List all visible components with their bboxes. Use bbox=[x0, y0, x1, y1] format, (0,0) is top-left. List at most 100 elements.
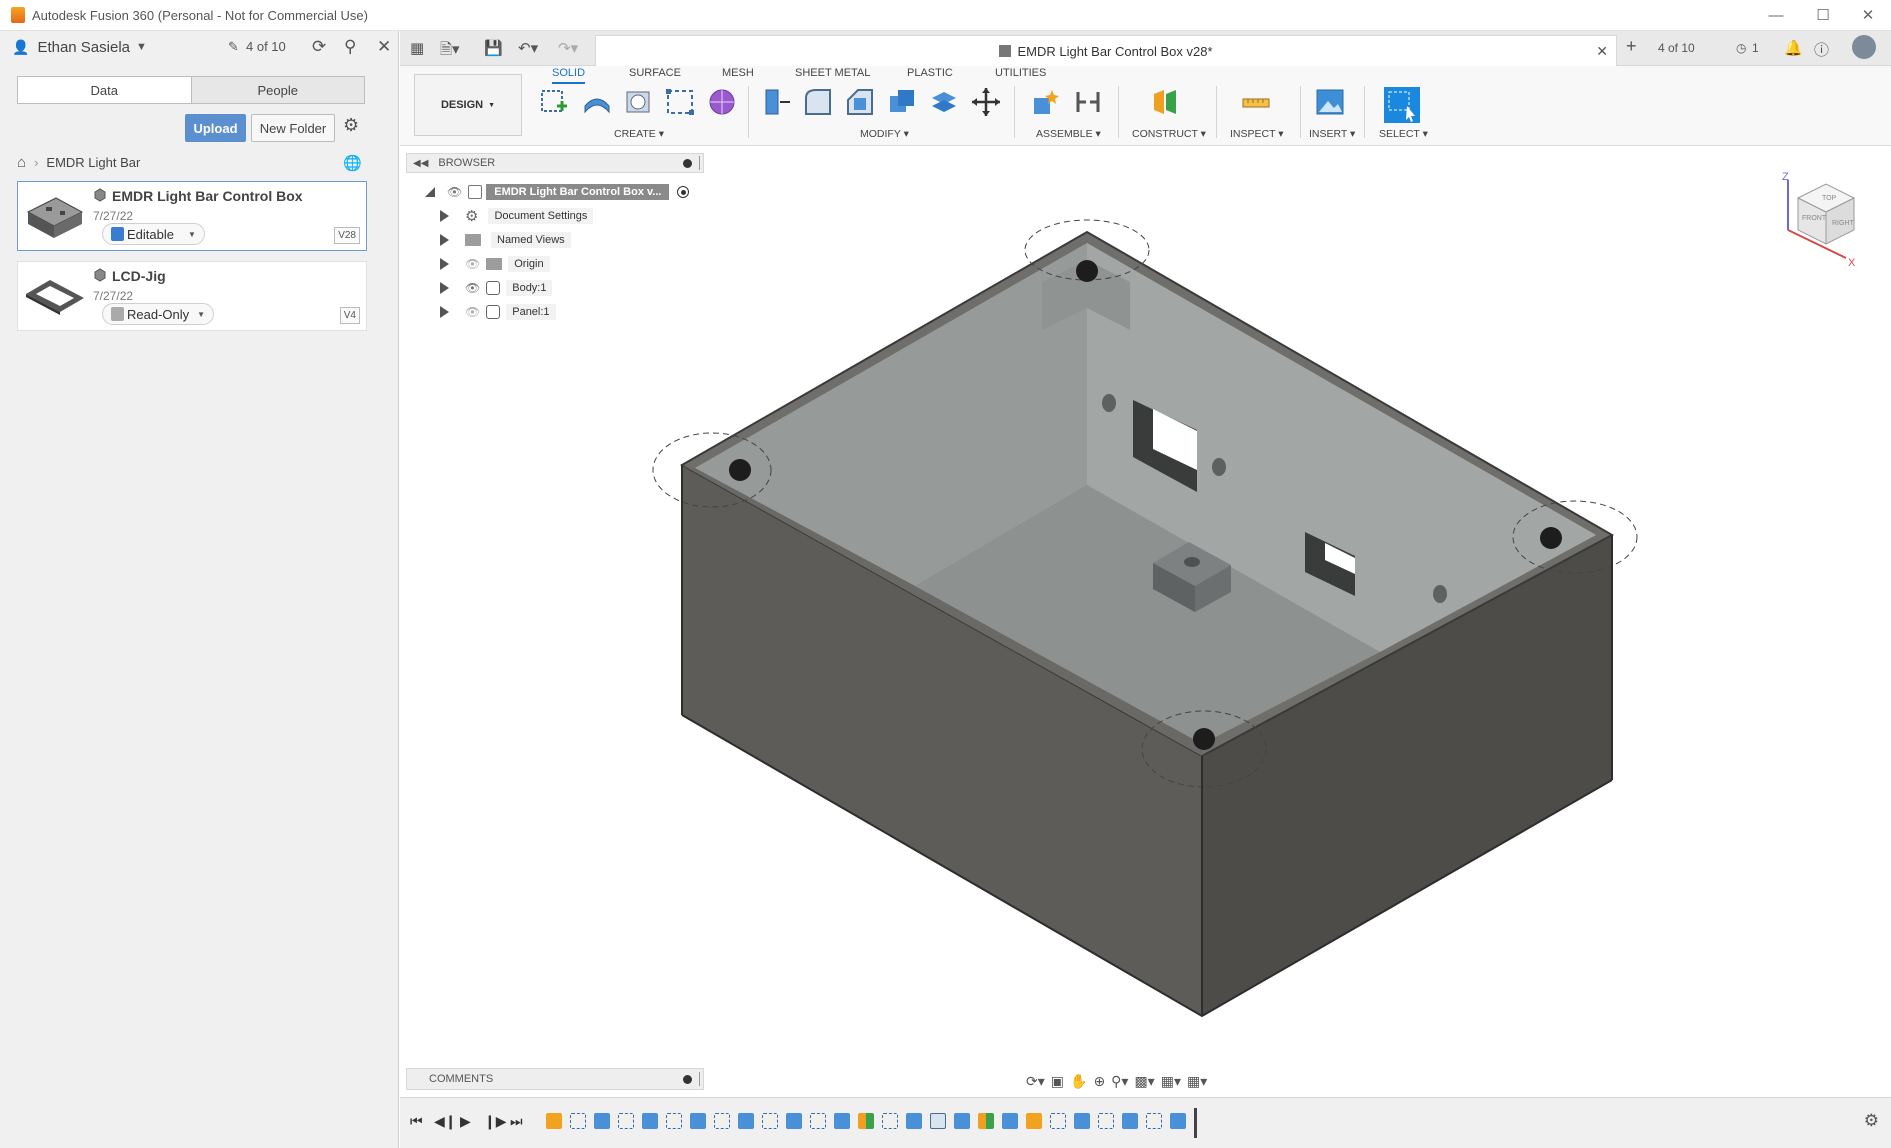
tab-data[interactable]: Data bbox=[18, 77, 192, 103]
group-inspect[interactable]: INSPECT ▾ bbox=[1230, 128, 1284, 140]
timeline-feature-fillet[interactable] bbox=[930, 1113, 946, 1129]
file-card-lcd-jig[interactable]: LCD-Jig 7/27/22 Read-Only ▼ V4 bbox=[17, 261, 367, 331]
eye-hidden-icon[interactable]: 👁 bbox=[465, 257, 480, 271]
fillet-icon[interactable] bbox=[802, 86, 834, 118]
browser-item-panel[interactable]: 👁 Panel:1 bbox=[440, 303, 556, 321]
extrude-icon[interactable] bbox=[581, 86, 613, 118]
file-state-dropdown[interactable]: Read-Only ▼ bbox=[102, 303, 215, 325]
file-menu-icon[interactable]: 🗎▾ bbox=[440, 39, 460, 64]
close-tab-icon[interactable]: ✕ bbox=[1596, 43, 1608, 60]
zoom-icon[interactable]: ⊕ bbox=[1093, 1073, 1105, 1090]
select-icon[interactable] bbox=[1383, 86, 1421, 124]
tab-solid[interactable]: SOLID bbox=[552, 67, 586, 84]
timeline-feature-extrude[interactable] bbox=[690, 1113, 706, 1129]
expand-triangle-icon[interactable] bbox=[440, 210, 449, 222]
apps-grid-icon[interactable]: ▦ bbox=[410, 39, 424, 57]
upload-button[interactable]: Upload bbox=[185, 114, 246, 142]
home-icon[interactable]: ⌂ bbox=[17, 154, 26, 171]
form-icon[interactable] bbox=[706, 86, 738, 118]
expand-triangle-icon[interactable] bbox=[440, 258, 449, 270]
offset-face-icon[interactable] bbox=[928, 86, 960, 118]
breadcrumb-project[interactable]: EMDR Light Bar bbox=[46, 155, 140, 170]
timeline-feature-sketch[interactable] bbox=[1098, 1113, 1114, 1129]
group-assemble[interactable]: ASSEMBLE ▾ bbox=[1036, 128, 1101, 140]
timeline-feature-extrude[interactable] bbox=[1170, 1113, 1186, 1129]
press-pull-icon[interactable] bbox=[760, 86, 792, 118]
save-icon[interactable]: 💾 bbox=[484, 39, 503, 57]
tab-people[interactable]: People bbox=[191, 77, 364, 103]
offset-plane-icon[interactable] bbox=[1150, 86, 1182, 118]
chamfer-icon[interactable] bbox=[844, 86, 876, 118]
browser-root-label[interactable]: EMDR Light Bar Control Box v... bbox=[486, 184, 670, 200]
eye-icon[interactable]: 👁 bbox=[447, 185, 462, 199]
version-badge[interactable]: V28 bbox=[334, 227, 360, 244]
panel-pin-icon[interactable] bbox=[699, 1072, 700, 1086]
sweep-icon[interactable] bbox=[664, 86, 696, 118]
go-to-start-icon[interactable]: ⏮ bbox=[410, 1113, 423, 1130]
group-select[interactable]: SELECT ▾ bbox=[1379, 128, 1428, 140]
combine-icon[interactable] bbox=[886, 86, 918, 118]
search-icon[interactable]: ⚲ bbox=[344, 37, 356, 57]
doc-limit-count[interactable]: 4 of 10 bbox=[1658, 41, 1695, 55]
minimize-panel-icon[interactable] bbox=[683, 158, 692, 168]
tab-surface[interactable]: SURFACE bbox=[629, 67, 681, 79]
timeline-feature-sketch[interactable] bbox=[1050, 1113, 1066, 1129]
browser-item-named-views[interactable]: Named Views bbox=[440, 231, 571, 249]
panel-pin-icon[interactable] bbox=[699, 156, 700, 170]
timeline-feature-extrude[interactable] bbox=[642, 1113, 658, 1129]
timeline-feature-component[interactable] bbox=[546, 1113, 562, 1129]
timeline-feature-extrude[interactable] bbox=[786, 1113, 802, 1129]
step-back-icon[interactable]: ◀❙ bbox=[434, 1113, 457, 1130]
eye-hidden-icon[interactable]: 👁 bbox=[465, 305, 480, 319]
display-settings-icon[interactable]: ▩▾ bbox=[1134, 1073, 1154, 1090]
tab-utilities[interactable]: UTILITIES bbox=[995, 67, 1046, 79]
browser-item-origin[interactable]: 👁 Origin bbox=[440, 255, 550, 273]
notifications-icon[interactable]: 🔔 bbox=[1784, 39, 1803, 57]
undo-icon[interactable]: ↶▾ bbox=[518, 39, 538, 57]
grid-settings-icon[interactable]: ▦▾ bbox=[1161, 1073, 1181, 1090]
timeline-feature-sketch[interactable] bbox=[714, 1113, 730, 1129]
version-badge[interactable]: V4 bbox=[339, 307, 360, 324]
go-to-end-icon[interactable]: ⏭ bbox=[510, 1113, 523, 1130]
timeline-feature-sketch[interactable] bbox=[1146, 1113, 1162, 1129]
timeline-feature-sketch[interactable] bbox=[618, 1113, 634, 1129]
model-render[interactable] bbox=[400, 146, 1891, 1086]
timeline-feature-sketch[interactable] bbox=[570, 1113, 586, 1129]
expand-triangle-icon[interactable] bbox=[440, 306, 449, 318]
maximize-button[interactable]: ☐ bbox=[1800, 0, 1846, 30]
group-create[interactable]: CREATE ▾ bbox=[614, 128, 664, 140]
viewports-icon[interactable]: ▦▾ bbox=[1187, 1073, 1207, 1090]
new-folder-button[interactable]: New Folder bbox=[251, 114, 335, 142]
timeline-feature-plane[interactable] bbox=[858, 1113, 874, 1129]
viewcube[interactable]: TOP FRONT RIGHT Z X bbox=[1778, 170, 1874, 270]
close-window-button[interactable]: ✕ bbox=[1845, 0, 1891, 30]
pan-icon[interactable]: ✋ bbox=[1070, 1073, 1087, 1090]
timeline-feature-sketch[interactable] bbox=[882, 1113, 898, 1129]
timeline-feature-extrude[interactable] bbox=[738, 1113, 754, 1129]
user-name-dropdown[interactable]: Ethan Sasiela bbox=[37, 39, 130, 56]
insert-image-icon[interactable] bbox=[1314, 86, 1346, 118]
timeline-feature-plane[interactable] bbox=[978, 1113, 994, 1129]
group-insert[interactable]: INSERT ▾ bbox=[1309, 128, 1355, 140]
redo-icon[interactable]: ↷▾ bbox=[558, 39, 578, 57]
viewport-canvas[interactable]: TOP FRONT RIGHT Z X bbox=[400, 146, 1891, 1086]
job-status-icon[interactable]: ◷ bbox=[1736, 41, 1746, 55]
play-icon[interactable]: ▶ bbox=[460, 1113, 471, 1130]
collapse-triangle-icon[interactable] bbox=[425, 187, 435, 197]
group-construct[interactable]: CONSTRUCT ▾ bbox=[1132, 128, 1206, 140]
new-component-icon[interactable] bbox=[1030, 86, 1062, 118]
doc-limit-count[interactable]: 4 of 10 bbox=[246, 39, 286, 54]
job-count[interactable]: 1 bbox=[1752, 41, 1759, 55]
timeline-feature-sketch[interactable] bbox=[762, 1113, 778, 1129]
browser-item-document-settings[interactable]: ⚙ Document Settings bbox=[440, 207, 594, 225]
document-tab[interactable]: EMDR Light Bar Control Box v28* ✕ bbox=[595, 35, 1617, 66]
group-modify[interactable]: MODIFY ▾ bbox=[860, 128, 909, 140]
globe-icon[interactable]: 🌐 bbox=[343, 154, 362, 172]
revolve-icon[interactable] bbox=[622, 86, 654, 118]
file-name[interactable]: LCD-Jig bbox=[112, 268, 166, 284]
timeline-feature-extrude[interactable] bbox=[906, 1113, 922, 1129]
workspace-switcher[interactable]: DESIGN ▼ bbox=[414, 74, 522, 136]
collapse-panel-icon[interactable]: ◀◀ bbox=[413, 158, 428, 169]
timeline-feature-extrude[interactable] bbox=[1074, 1113, 1090, 1129]
new-tab-icon[interactable]: + bbox=[1626, 36, 1637, 57]
